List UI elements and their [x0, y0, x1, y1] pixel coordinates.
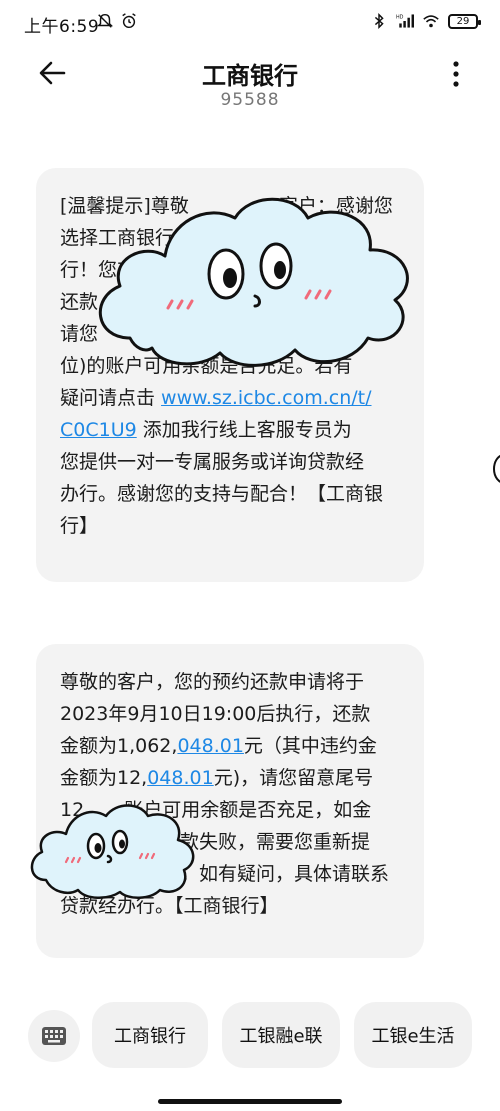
message-link[interactable]: C0C1U9: [60, 419, 137, 441]
svg-text:HD: HD: [396, 15, 404, 21]
home-indicator[interactable]: [158, 1099, 342, 1104]
message-link[interactable]: www.sz.icbc.com.cn/t/: [161, 387, 371, 409]
alarm-icon: [122, 13, 136, 29]
amount-link[interactable]: 048.01: [147, 767, 213, 789]
battery-indicator: 29: [448, 13, 481, 29]
partial-sticker-icon: [492, 454, 500, 483]
conversation-header: 工商银行 95588: [0, 44, 500, 124]
contact-name: 工商银行: [202, 62, 298, 90]
amount-link[interactable]: 048.01: [177, 735, 243, 757]
mute-bell-icon: [96, 13, 114, 28]
cloud-sticker: [30, 804, 195, 899]
quick-reply-bar: 工商银行 工银融e联 工银e生活: [0, 1000, 500, 1070]
status-bar: 上午6:59 HD 29: [0, 0, 500, 44]
cloud-sticker: [98, 197, 409, 367]
contact-number: 95588: [220, 90, 280, 110]
status-time: 上午6:59: [24, 17, 100, 37]
more-options-icon[interactable]: [446, 58, 466, 90]
quick-reply-icbc[interactable]: 工商银行: [92, 1002, 208, 1068]
quick-reply-eshenghuo[interactable]: 工银e生活: [354, 1002, 472, 1068]
status-right-icons: HD 29: [370, 12, 481, 30]
quick-reply-rongelian[interactable]: 工银融e联: [222, 1002, 340, 1068]
bluetooth-icon: [374, 12, 384, 30]
keyboard-button[interactable]: [28, 1010, 80, 1062]
wifi-icon: [423, 15, 439, 28]
keyboard-icon: [42, 1027, 66, 1045]
signal-icon: HD: [396, 14, 414, 28]
status-left-icons: [96, 12, 138, 30]
